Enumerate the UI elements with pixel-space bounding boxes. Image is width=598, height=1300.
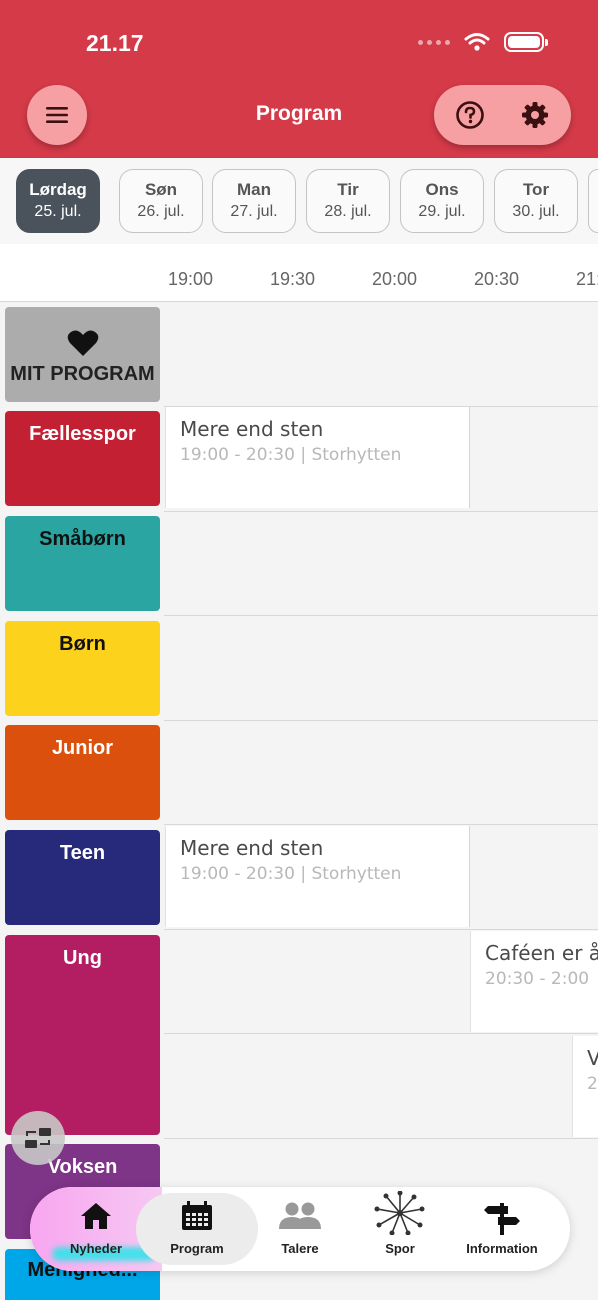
track-label: MIT PROGRAM <box>10 363 155 385</box>
track-label: Junior <box>51 737 114 759</box>
heart-icon <box>67 330 98 356</box>
event-title: Caféen er å <box>485 941 598 965</box>
time-label: 21: <box>576 269 598 289</box>
nav-label: Information <box>466 1241 538 1256</box>
wifi-icon <box>464 33 490 51</box>
track-smaborn[interactable]: Småbørn <box>5 516 160 611</box>
nav-spor[interactable]: Spor <box>350 1187 450 1271</box>
track-ung[interactable]: Ung <box>5 935 160 1135</box>
date-selector: Lørdag 25. jul. Søn 26. jul. Man 27. jul… <box>0 158 598 244</box>
gear-icon[interactable] <box>520 100 550 130</box>
date-chip-ons[interactable]: Ons 29. jul. <box>400 169 484 233</box>
track-teen[interactable]: Teen <box>5 830 160 925</box>
track-faellesspor[interactable]: Fællesspor <box>5 411 160 506</box>
date-chip-man[interactable]: Man 27. jul. <box>212 169 296 233</box>
event-card[interactable]: V 2 <box>572 1036 598 1137</box>
event-card[interactable]: Mere end sten 19:00 - 20:30 | Storhytten <box>165 407 470 508</box>
track-born[interactable]: Børn <box>5 621 160 716</box>
event-meta: 19:00 - 20:30 | Storhytten <box>180 864 402 884</box>
app-header: 21.17 Program <box>0 0 598 158</box>
nav-label: Talere <box>281 1241 319 1256</box>
header-actions <box>434 85 571 145</box>
date-chip-son[interactable]: Søn 26. jul. <box>119 169 203 233</box>
signpost-icon <box>484 1203 520 1235</box>
battery-icon <box>504 32 548 52</box>
date-chip-lordag[interactable]: Lørdag 25. jul. <box>16 169 100 233</box>
nav-label: Program <box>170 1241 224 1256</box>
time-label: 19:00 <box>168 269 214 289</box>
nav-program[interactable]: Program <box>136 1193 258 1265</box>
calendar-icon <box>182 1201 212 1230</box>
status-icons <box>418 32 548 52</box>
track-label: Småbørn <box>39 528 126 550</box>
time-label: 20:30 <box>474 269 520 289</box>
nav-information[interactable]: Information <box>452 1187 552 1271</box>
track-mit-program[interactable]: MIT PROGRAM <box>5 307 160 402</box>
switch-view-button[interactable] <box>11 1111 65 1165</box>
track-label: Teen <box>59 842 106 864</box>
event-title: Mere end sten <box>180 836 324 860</box>
nav-label: Spor <box>385 1241 415 1256</box>
event-meta: 19:00 - 20:30 | Storhytten <box>180 445 402 465</box>
event-card[interactable]: Mere end sten 19:00 - 20:30 | Storhytten <box>165 826 470 927</box>
date-chip-tir[interactable]: Tir 28. jul. <box>306 169 390 233</box>
people-icon <box>279 1202 321 1229</box>
swap-icon <box>25 1128 51 1148</box>
time-label: 20:00 <box>372 269 418 289</box>
home-icon <box>81 1203 111 1229</box>
track-label: Ung <box>63 947 102 969</box>
track-label: Børn <box>59 633 106 655</box>
date-chip-tor[interactable]: Tor 30. jul. <box>494 169 578 233</box>
network-icon <box>374 1191 425 1235</box>
event-title: Mere end sten <box>180 417 324 441</box>
help-icon[interactable] <box>455 100 485 130</box>
track-junior[interactable]: Junior <box>5 725 160 820</box>
nav-talere[interactable]: Talere <box>250 1187 350 1271</box>
time-label: 19:30 <box>270 269 316 289</box>
date-chip-partial[interactable] <box>588 169 598 233</box>
track-label: Voksen <box>47 1156 118 1178</box>
signal-icon <box>418 39 450 45</box>
timeline-header: 19:00 19:30 20:00 20:30 21: <box>0 244 598 302</box>
event-card[interactable]: Caféen er å 20:30 - 2:00 <box>470 931 598 1032</box>
track-label: Fællesspor <box>29 423 136 445</box>
event-meta: 20:30 - 2:00 <box>485 969 590 989</box>
bottom-nav: Nyheder Program Talere Spor Information <box>30 1187 570 1271</box>
status-time: 21.17 <box>86 30 144 56</box>
